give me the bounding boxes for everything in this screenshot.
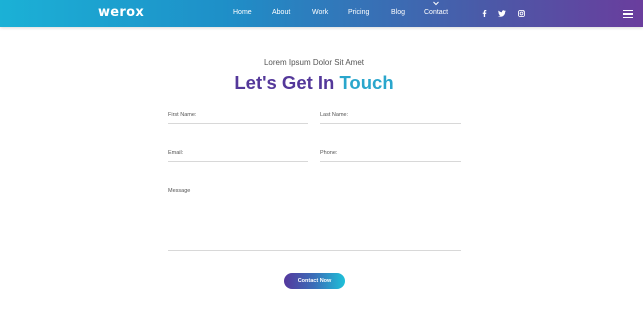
nav-link-contact[interactable]: Contact [424, 9, 448, 16]
first-name-field[interactable] [168, 110, 308, 124]
brand-logo[interactable]: werox [98, 5, 144, 20]
message-textarea[interactable] [168, 186, 461, 251]
contact-now-button[interactable]: Contact Now [284, 273, 345, 289]
page: werox Home About Work Pricing Blog Conta… [0, 0, 643, 320]
instagram-icon[interactable] [517, 9, 525, 17]
section-title-part-a: Let's Get In [234, 72, 335, 93]
phone-field[interactable] [320, 148, 461, 162]
email-field[interactable] [168, 148, 308, 162]
nav-link-pricing[interactable]: Pricing [348, 9, 369, 16]
facebook-icon[interactable] [480, 9, 488, 17]
section-title-part-b: Touch [339, 72, 394, 93]
last-name-field[interactable] [320, 110, 461, 124]
top-navbar: werox Home About Work Pricing Blog Conta… [0, 0, 643, 27]
chevron-down-icon [433, 1, 439, 6]
nav-link-blog[interactable]: Blog [391, 9, 405, 16]
hamburger-menu-icon[interactable] [623, 10, 633, 18]
nav-link-about[interactable]: About [272, 9, 290, 16]
twitter-icon[interactable] [498, 9, 506, 17]
section-subtitle: Lorem Ipsum Dolor Sit Amet [263, 58, 365, 67]
nav-link-home[interactable]: Home [233, 9, 252, 16]
nav-link-work[interactable]: Work [312, 9, 328, 16]
section-title: Let's Get In Touch [0, 72, 628, 94]
